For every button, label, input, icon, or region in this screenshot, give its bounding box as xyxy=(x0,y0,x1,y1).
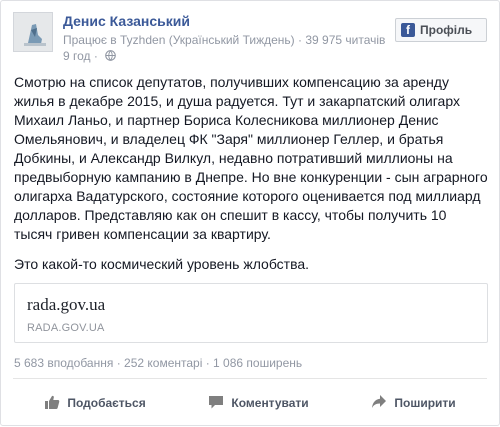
author-meta: Працює в Tyzhden (Український Тиждень) ·… xyxy=(63,33,385,47)
facebook-logo-icon: f xyxy=(401,23,415,37)
post-card: Денис Казанський Працює в Tyzhden (Украї… xyxy=(0,0,500,426)
post-text-closing: Это какой-то космический уровень жлобств… xyxy=(14,256,310,272)
globe-icon xyxy=(105,50,117,64)
post-actions: Подобається Коментувати Поширити xyxy=(13,379,487,427)
profile-button-label: Профіль xyxy=(420,23,473,37)
like-button[interactable]: Подобається xyxy=(38,388,151,418)
likes-count[interactable]: 5 683 вподобання xyxy=(14,356,113,370)
link-preview[interactable]: rada.gov.ua RADA.GOV.UA xyxy=(14,283,488,343)
post-text: Смотрю на список депутатов, получивших к… xyxy=(14,74,488,242)
stats-dot-2: · xyxy=(202,356,214,370)
post-time-row: 9 год · xyxy=(63,49,117,64)
followers-count: 39 975 читачів xyxy=(305,33,386,47)
share-icon xyxy=(371,394,394,413)
author-name[interactable]: Денис Казанський xyxy=(63,13,190,29)
meta-separator: · xyxy=(294,33,306,47)
share-label: Поширити xyxy=(394,396,456,410)
like-label: Подобається xyxy=(67,396,146,410)
comment-label: Коментувати xyxy=(231,396,309,410)
link-title[interactable]: rada.gov.ua xyxy=(27,295,105,315)
meta-separator-2: · xyxy=(90,49,102,63)
avatar[interactable] xyxy=(13,12,53,52)
post-header: Денис Казанський Працює в Tyzhden (Украї… xyxy=(13,12,487,64)
like-icon xyxy=(44,394,67,413)
share-button[interactable]: Поширити xyxy=(365,388,461,418)
profile-button[interactable]: f Профіль xyxy=(395,18,487,42)
engagement-stats: 5 683 вподобання · 252 коментарі · 1 086… xyxy=(14,356,302,370)
post-timestamp[interactable]: 9 год xyxy=(63,49,91,63)
comment-icon xyxy=(208,394,231,413)
workplace[interactable]: Працює в Tyzhden (Український Тиждень) xyxy=(63,33,295,47)
shares-count[interactable]: 1 086 поширень xyxy=(213,356,302,370)
stats-dot-1: · xyxy=(113,356,125,370)
comment-button[interactable]: Коментувати xyxy=(202,388,314,418)
comments-count[interactable]: 252 коментарі xyxy=(124,356,202,370)
link-domain: RADA.GOV.UA xyxy=(27,322,105,334)
